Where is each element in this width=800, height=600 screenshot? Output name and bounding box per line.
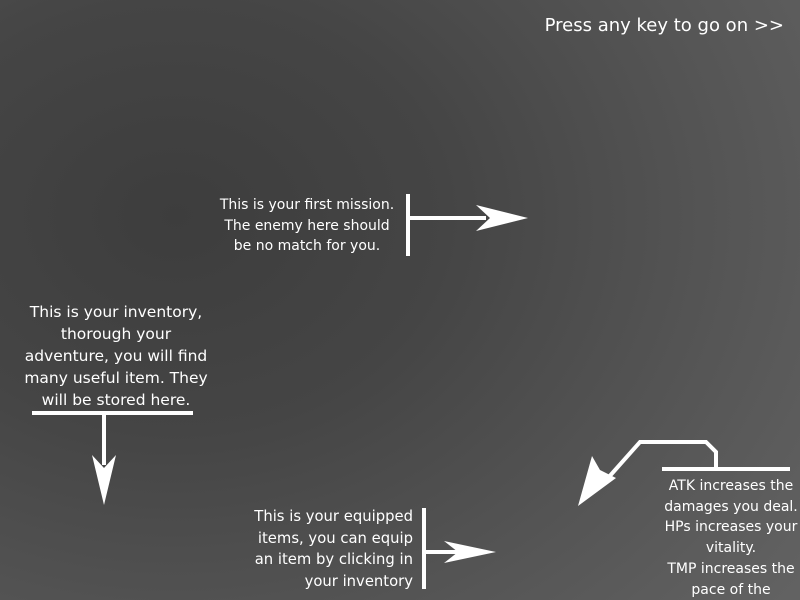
equipped-items-tip: This is your equipped items, you can equ… xyxy=(254,508,413,590)
stats-tip: ATK increases the damages you deal. HPs … xyxy=(664,478,798,598)
mission-pointer-arrow-icon xyxy=(406,194,528,256)
inventory-tip: This is your inventory, thorough your ad… xyxy=(24,303,208,409)
equipped-pointer-arrow-icon xyxy=(422,508,496,589)
first-mission-tip: This is your first mission. The enemy he… xyxy=(219,197,395,254)
press-any-key-prompt[interactable]: Press any key to go on >> xyxy=(545,14,784,38)
inventory-pointer-arrow-icon xyxy=(32,411,193,505)
